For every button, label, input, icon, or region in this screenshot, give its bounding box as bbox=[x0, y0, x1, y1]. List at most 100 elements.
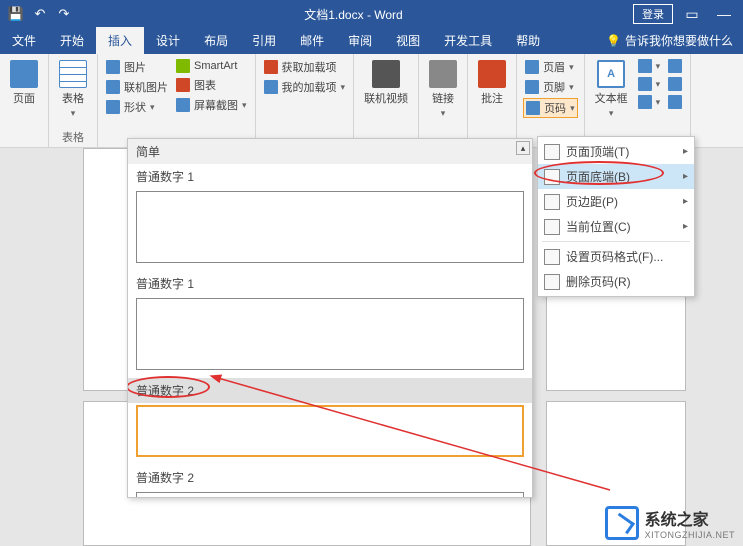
lightbulb-icon: 💡 bbox=[606, 34, 621, 48]
page-number-button[interactable]: 页码▾ bbox=[523, 98, 578, 118]
date-time-button[interactable] bbox=[666, 76, 684, 92]
my-addins-icon bbox=[264, 80, 278, 94]
drop-cap-icon bbox=[638, 95, 652, 109]
tab-home[interactable]: 开始 bbox=[48, 27, 96, 54]
tab-insert[interactable]: 插入 bbox=[96, 27, 144, 54]
online-pictures-icon bbox=[106, 80, 120, 94]
menu-separator bbox=[542, 241, 690, 242]
chevron-right-icon: ▸ bbox=[683, 196, 688, 207]
comment-icon bbox=[478, 60, 506, 88]
drop-cap-button[interactable]: ▾ bbox=[636, 94, 663, 110]
menu-page-top[interactable]: 页面顶端(T) ▸ bbox=[538, 139, 694, 164]
links-button[interactable]: 链接 ▾ bbox=[425, 58, 461, 121]
signature-button[interactable] bbox=[666, 58, 684, 74]
link-icon bbox=[429, 60, 457, 88]
wordart-icon bbox=[638, 77, 652, 91]
tab-help[interactable]: 帮助 bbox=[504, 27, 552, 54]
pages-button[interactable]: 页面 bbox=[6, 58, 42, 108]
wordart-button[interactable]: ▾ bbox=[636, 76, 663, 92]
shapes-button[interactable]: 形状▾ bbox=[104, 98, 170, 116]
tab-view[interactable]: 视图 bbox=[384, 27, 432, 54]
chevron-right-icon: ▸ bbox=[683, 146, 688, 157]
menu-remove-page-numbers[interactable]: 删除页码(R) bbox=[538, 269, 694, 294]
watermark: 系统之家 XITONGZHIJIA.NET bbox=[605, 506, 735, 540]
pictures-icon bbox=[106, 60, 120, 74]
scroll-up-icon[interactable]: ▴ bbox=[516, 141, 530, 155]
quick-parts-button[interactable]: ▾ bbox=[636, 58, 663, 74]
smartart-button[interactable]: SmartArt bbox=[174, 58, 249, 74]
chevron-right-icon: ▸ bbox=[683, 171, 688, 182]
tab-mailings[interactable]: 邮件 bbox=[288, 27, 336, 54]
login-button[interactable]: 登录 bbox=[633, 4, 673, 24]
menu-page-bottom[interactable]: 页面底端(B) ▸ bbox=[538, 164, 694, 189]
title-bar: 💾 ↶ ↷ 文档1.docx - Word 登录 ▭ — bbox=[0, 0, 743, 28]
gallery-item[interactable]: 普通数字 2 bbox=[128, 465, 532, 490]
gallery-category-simple: 简单 bbox=[128, 139, 532, 164]
gallery-item[interactable]: 普通数字 1 bbox=[128, 271, 532, 296]
online-video-button[interactable]: 联机视频 bbox=[360, 58, 412, 108]
chevron-down-icon: ▾ bbox=[71, 108, 76, 119]
quick-parts-icon bbox=[638, 59, 652, 73]
table-icon bbox=[59, 60, 87, 88]
gallery-item[interactable]: 普通数字 1 bbox=[128, 164, 532, 189]
get-addins-button[interactable]: 获取加载项 bbox=[262, 58, 348, 76]
header-icon bbox=[525, 60, 539, 74]
gallery-preview[interactable] bbox=[136, 492, 524, 498]
page-number-gallery: ▴ 简单 普通数字 1 普通数字 1 普通数字 2 普通数字 2 bbox=[127, 138, 533, 498]
chevron-right-icon: ▸ bbox=[683, 221, 688, 232]
shapes-icon bbox=[106, 100, 120, 114]
screenshot-button[interactable]: 屏幕截图▾ bbox=[174, 96, 249, 114]
pictures-button[interactable]: 图片 bbox=[104, 58, 170, 76]
smartart-icon bbox=[176, 59, 190, 73]
menu-format-page-numbers[interactable]: 设置页码格式(F)... bbox=[538, 244, 694, 269]
page-number-icon bbox=[526, 101, 540, 115]
watermark-subtitle: XITONGZHIJIA.NET bbox=[645, 530, 735, 540]
tab-file[interactable]: 文件 bbox=[0, 27, 48, 54]
remove-icon bbox=[544, 274, 560, 290]
redo-icon[interactable]: ↷ bbox=[54, 4, 74, 24]
page-top-icon bbox=[544, 144, 560, 160]
table-button[interactable]: 表格 ▾ bbox=[55, 58, 91, 121]
gallery-preview-hover[interactable] bbox=[136, 405, 524, 457]
ribbon-display-icon[interactable]: ▭ bbox=[679, 6, 705, 23]
tab-review[interactable]: 审阅 bbox=[336, 27, 384, 54]
page-margins-icon bbox=[544, 194, 560, 210]
signature-icon bbox=[668, 59, 682, 73]
menu-page-margins[interactable]: 页边距(P) ▸ bbox=[538, 189, 694, 214]
page-bottom-icon bbox=[544, 169, 560, 185]
minimize-icon[interactable]: — bbox=[711, 6, 737, 22]
current-position-icon bbox=[544, 219, 560, 235]
object-button[interactable] bbox=[666, 94, 684, 110]
annotation-oval bbox=[127, 376, 210, 398]
watermark-logo-icon bbox=[605, 506, 639, 540]
date-icon bbox=[668, 77, 682, 91]
online-pictures-button[interactable]: 联机图片 bbox=[104, 78, 170, 96]
page-number-menu: 页面顶端(T) ▸ 页面底端(B) ▸ 页边距(P) ▸ 当前位置(C) ▸ 设… bbox=[537, 136, 695, 297]
ribbon-tabs: 文件 开始 插入 设计 布局 引用 邮件 审阅 视图 开发工具 帮助 💡 告诉我… bbox=[0, 28, 743, 54]
footer-icon bbox=[525, 80, 539, 94]
watermark-title: 系统之家 bbox=[645, 506, 735, 530]
store-icon bbox=[264, 60, 278, 74]
tab-design[interactable]: 设计 bbox=[144, 27, 192, 54]
group-label-tables: 表格 bbox=[55, 129, 91, 145]
tab-layout[interactable]: 布局 bbox=[192, 27, 240, 54]
chart-icon bbox=[176, 78, 190, 92]
undo-icon[interactable]: ↶ bbox=[30, 4, 50, 24]
tab-references[interactable]: 引用 bbox=[240, 27, 288, 54]
gallery-preview[interactable] bbox=[136, 191, 524, 263]
pages-icon bbox=[10, 60, 38, 88]
tab-developer[interactable]: 开发工具 bbox=[432, 27, 504, 54]
save-icon[interactable]: 💾 bbox=[6, 4, 26, 24]
gallery-item-selected[interactable]: 普通数字 2 bbox=[128, 378, 532, 403]
chart-button[interactable]: 图表 bbox=[174, 76, 249, 94]
video-icon bbox=[372, 60, 400, 88]
header-button[interactable]: 页眉▾ bbox=[523, 58, 578, 76]
comment-button[interactable]: 批注 bbox=[474, 58, 510, 108]
tell-me-input[interactable]: 💡 告诉我你想要做什么 bbox=[596, 27, 743, 54]
gallery-preview[interactable] bbox=[136, 298, 524, 370]
my-addins-button[interactable]: 我的加载项▾ bbox=[262, 78, 348, 96]
footer-button[interactable]: 页脚▾ bbox=[523, 78, 578, 96]
format-icon bbox=[544, 249, 560, 265]
menu-current-position[interactable]: 当前位置(C) ▸ bbox=[538, 214, 694, 239]
text-box-button[interactable]: A 文本框 ▾ bbox=[591, 58, 632, 121]
